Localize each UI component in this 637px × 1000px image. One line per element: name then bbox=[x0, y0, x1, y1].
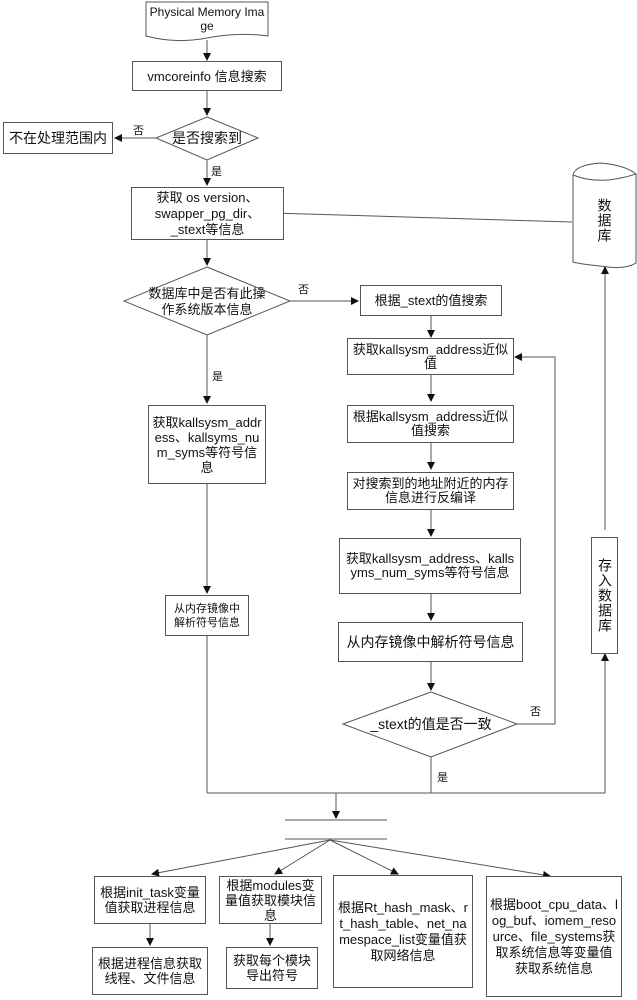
search-by-stext-step: 根据_stext的值搜索 bbox=[360, 285, 502, 316]
out-of-scope-step: 不在处理范围内 bbox=[3, 122, 113, 154]
start-physical-memory-image: Physical Memory Image bbox=[149, 5, 265, 33]
system-info-step: 根据boot_cpu_data、log_buf、iomem_resource、f… bbox=[486, 876, 622, 997]
get-kallsyms-approx-step: 获取kallsysm_address近似值 bbox=[347, 338, 514, 375]
stext-decision: _stext的值是否一致 bbox=[370, 715, 492, 732]
no-label: 否 bbox=[298, 284, 309, 296]
network-info-step: 根据Rt_hash_mask、rt_hash_table、net_namespa… bbox=[333, 875, 473, 988]
module-info-step: 根据modules变量值获取模块信息 bbox=[219, 876, 322, 924]
no-label: 否 bbox=[133, 125, 144, 137]
thread-file-info-step: 根据进程信息获取线程、文件信息 bbox=[92, 947, 208, 995]
parse-symbols-left-step: 从内存镜像中解析符号信息 bbox=[165, 595, 249, 636]
yes-label: 是 bbox=[437, 772, 448, 784]
vmcoreinfo-search-step: vmcoreinfo 信息搜索 bbox=[132, 61, 282, 91]
get-kallsyms-right-step: 获取kallsysm_address、kallsyms_num_syms等符号信… bbox=[339, 538, 521, 594]
get-kallsyms-from-db-step: 获取kallsysm_address、kallsyms_num_syms等符号信… bbox=[148, 405, 266, 484]
no-label: 否 bbox=[530, 706, 541, 718]
get-os-info-step: 获取 os version、swapper_pg_dir、_stext等信息 bbox=[131, 187, 284, 240]
store-db-step: 存入数据库 bbox=[591, 537, 618, 654]
database-label: 数据库 bbox=[596, 197, 613, 243]
search-by-approx-step: 根据kallsysm_address近似值搜索 bbox=[347, 405, 514, 443]
yes-label: 是 bbox=[212, 371, 223, 383]
found-decision: 是否搜索到 bbox=[172, 129, 242, 146]
parse-symbols-right-step: 从内存镜像中解析符号信息 bbox=[338, 622, 523, 662]
process-info-step: 根据init_task变量值获取进程信息 bbox=[94, 876, 206, 924]
disassemble-step: 对搜索到的地址附近的内存信息进行反编译 bbox=[347, 472, 514, 510]
db-decision: 数据库中是否有此操作系统版本信息 bbox=[148, 286, 266, 317]
yes-label: 是 bbox=[211, 166, 222, 178]
module-symbols-step: 获取每个模块导出符号 bbox=[226, 947, 318, 989]
